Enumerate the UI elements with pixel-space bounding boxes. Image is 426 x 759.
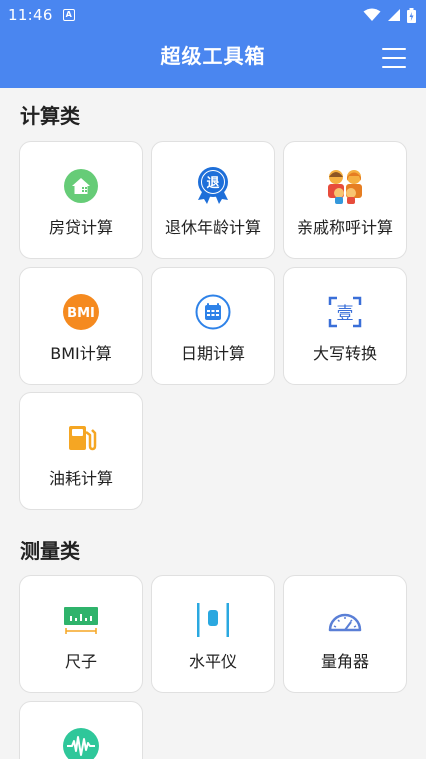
bmi-icon: BMI	[61, 292, 101, 332]
tool-card-protractor[interactable]: 量角器	[283, 575, 407, 693]
tool-label: 尺子	[64, 652, 97, 671]
tool-label: 大写转换	[312, 344, 377, 363]
protractor-icon	[325, 600, 365, 640]
tool-card-date[interactable]: 日期计算	[151, 267, 275, 385]
menu-icon	[382, 48, 406, 50]
tool-card-mortgage[interactable]: 房贷计算	[19, 141, 143, 259]
wifi-icon	[363, 8, 381, 21]
status-bar: 11:46 A	[0, 0, 426, 30]
tool-card-ruler[interactable]: 尺子	[19, 575, 143, 693]
calendar-icon	[193, 292, 233, 332]
tool-label: 退休年龄计算	[164, 218, 261, 237]
uppercase-badge-text: 壹	[337, 304, 354, 324]
ruler-icon	[61, 600, 101, 640]
family-icon	[325, 166, 365, 206]
app-title: 超级工具箱	[160, 44, 266, 68]
tool-card-bmi[interactable]: BMI BMI计算	[19, 267, 143, 385]
tool-label: 房贷计算	[48, 218, 113, 237]
tool-label: 量角器	[320, 652, 369, 671]
tool-card-relatives[interactable]: 亲戚称呼计算	[283, 141, 407, 259]
bmi-badge-text: BMI	[67, 306, 95, 321]
tool-label: 油耗计算	[48, 469, 113, 488]
app-bar: 11:46 A 超级工具箱	[0, 0, 426, 88]
menu-button[interactable]	[382, 48, 406, 68]
fuel-pump-icon	[61, 417, 101, 457]
retire-badge-text: 退	[206, 176, 219, 191]
sound-wave-icon	[61, 726, 101, 759]
tool-card-level[interactable]: 水平仪	[151, 575, 275, 693]
tool-card-fuel[interactable]: 油耗计算	[19, 392, 143, 510]
uppercase-scan-icon: 壹	[325, 292, 365, 332]
tool-card-sound-meter[interactable]	[19, 701, 143, 759]
level-icon	[193, 600, 233, 640]
tool-label: 日期计算	[180, 344, 245, 363]
signal-icon	[388, 9, 400, 21]
notification-a-icon: A	[62, 9, 75, 21]
retire-badge-icon: 退	[193, 166, 233, 206]
tool-label: 亲戚称呼计算	[296, 218, 393, 237]
battery-icon	[407, 7, 416, 23]
status-time: 11:46	[8, 6, 53, 24]
house-icon	[61, 166, 101, 206]
tool-label: BMI计算	[50, 344, 112, 363]
section-title-calc: 计算类	[20, 104, 80, 128]
section-title-measure: 测量类	[20, 539, 80, 563]
tool-card-retirement[interactable]: 退 退休年龄计算	[151, 141, 275, 259]
tool-label: 水平仪	[188, 652, 237, 671]
tool-card-uppercase[interactable]: 壹 大写转换	[283, 267, 407, 385]
